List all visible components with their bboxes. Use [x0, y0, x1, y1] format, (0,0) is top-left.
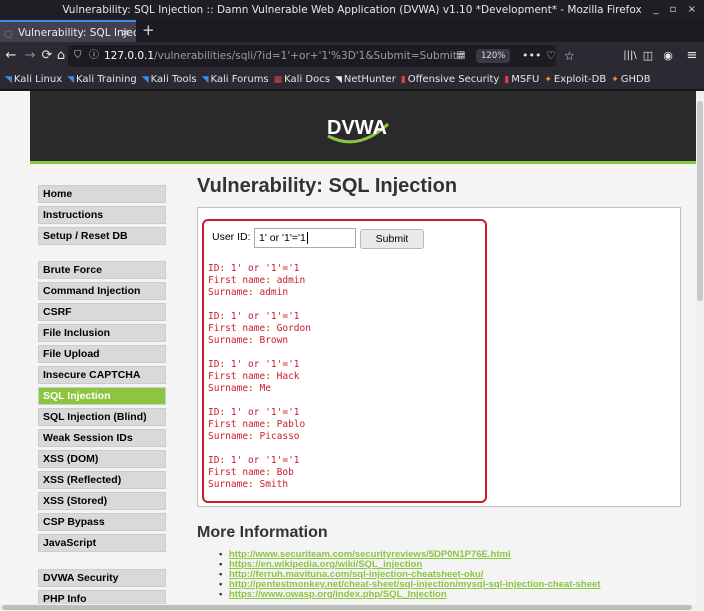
user-id-value: 1' or '1'='1	[259, 232, 306, 244]
forward-button[interactable]: →	[22, 46, 38, 66]
offsec-icon: ▮	[504, 75, 510, 85]
dvwa-header: DVWA	[30, 91, 696, 164]
query-result: ID: 1' or '1'='1 First name: Hack Surnam…	[208, 359, 300, 394]
home-button[interactable]: ⌂	[54, 46, 68, 66]
exploitdb-icon: ✦	[544, 75, 552, 85]
bookmark-label: Kali Tools	[150, 74, 197, 85]
bookmark-exploit-db[interactable]: ✦ Exploit-DB	[544, 70, 607, 89]
reload-button[interactable]: ⟳	[40, 46, 54, 66]
more-info-link[interactable]: https://www.owasp.org/index.php/SQL_Inje…	[219, 589, 447, 600]
menu-item-csrf[interactable]: CSRF	[38, 303, 166, 321]
bookmark-kali-forums[interactable]: ◥ Kali Forums	[201, 70, 269, 89]
vertical-scrollbar[interactable]	[696, 91, 704, 611]
site-info-icon[interactable]: ⓘ	[89, 45, 99, 67]
page-title: Vulnerability: SQL Injection	[197, 175, 458, 197]
docs-icon: ▦	[273, 75, 283, 85]
menu-item-file-upload[interactable]: File Upload	[38, 345, 166, 363]
url-host: 127.0.0.1	[104, 50, 155, 62]
tracking-shield-icon[interactable]: ⛉	[74, 45, 82, 67]
bookmark-kali-training[interactable]: ◥ Kali Training	[67, 70, 137, 89]
query-result: ID: 1' or '1'='1 First name: admin Surna…	[208, 263, 306, 298]
tab-strip: ◌ Vulnerability: SQL Injectio × +	[0, 20, 704, 42]
tab-label: Vulnerability: SQL Injectio	[18, 27, 136, 39]
bookmark-star-icon[interactable]: ☆	[564, 45, 575, 67]
tab-sql-injection[interactable]: ◌ Vulnerability: SQL Injectio ×	[0, 20, 136, 42]
horizontal-scrollbar[interactable]	[0, 604, 696, 611]
bookmark-label: Kali Linux	[13, 74, 63, 85]
bookmark-ghdb[interactable]: ✦ GHDB	[611, 70, 651, 89]
kali-icon: ◥	[141, 75, 149, 85]
navigation-toolbar: ← → ⟳ ⌂ ⛉ ⓘ 127.0.0.1/vulnerabilities/sq…	[0, 42, 704, 70]
bookmark-kali-linux[interactable]: ◥ Kali Linux	[5, 70, 63, 89]
library-icon[interactable]: |||\	[622, 46, 638, 66]
kali-icon: ◥	[5, 75, 12, 85]
app-menu-icon[interactable]: ≡	[684, 46, 700, 66]
dvwa-container: DVWA Home Instructions Setup / Reset DB Bru…	[30, 91, 696, 611]
menu-item-xss-reflected[interactable]: XSS (Reflected)	[38, 471, 166, 489]
bookmark-label: GHDB	[620, 74, 651, 85]
offsec-icon: ▮	[400, 75, 406, 85]
user-id-label: User ID:	[212, 231, 251, 243]
bookmark-label: Offensive Security	[407, 74, 500, 85]
tab-close-icon[interactable]: ×	[121, 22, 130, 42]
bookmark-kali-tools[interactable]: ◥ Kali Tools	[141, 70, 197, 89]
menu-item-insecure-captcha[interactable]: Insecure CAPTCHA	[38, 366, 166, 384]
menu-item-sql-injection[interactable]: SQL Injection	[38, 387, 166, 405]
kali-icon: ◥	[201, 75, 209, 85]
window-titlebar: Vulnerability: SQL Injection :: Damn Vul…	[0, 0, 704, 20]
query-result: ID: 1' or '1'='1 First name: Pablo Surna…	[208, 407, 306, 442]
query-result: ID: 1' or '1'='1 First name: Bob Surname…	[208, 455, 300, 490]
dvwa-logo: DVWA	[327, 117, 390, 144]
menu-item-command-injection[interactable]: Command Injection	[38, 282, 166, 300]
user-id-input[interactable]: 1' or '1'='1	[254, 228, 356, 248]
exploitdb-icon: ✦	[611, 75, 619, 85]
query-result: ID: 1' or '1'='1 First name: Gordon Surn…	[208, 311, 311, 346]
zoom-indicator[interactable]: 120%	[476, 49, 511, 63]
page-actions-icon[interactable]: •••	[522, 45, 541, 67]
menu-item-setup-reset-db[interactable]: Setup / Reset DB	[38, 227, 166, 245]
window-title: Vulnerability: SQL Injection :: Damn Vul…	[62, 4, 642, 16]
menu-item-brute-force[interactable]: Brute Force	[38, 261, 166, 279]
bookmark-nethunter[interactable]: ◥ NetHunter	[334, 70, 396, 89]
menu-item-csp-bypass[interactable]: CSP Bypass	[38, 513, 166, 531]
bookmark-label: Kali Training	[76, 74, 137, 85]
pocket-icon[interactable]: ♡	[546, 45, 556, 67]
url-bar[interactable]: ⛉ ⓘ 127.0.0.1/vulnerabilities/sqli/?id=1…	[68, 45, 575, 67]
sidebar-icon[interactable]: ◫	[640, 46, 656, 66]
menu-item-xss-stored[interactable]: XSS (Stored)	[38, 492, 166, 510]
back-button[interactable]: ←	[2, 46, 20, 66]
menu-item-dvwa-security[interactable]: DVWA Security	[38, 569, 166, 587]
bookmark-label: Kali Forums	[210, 74, 269, 85]
menu-item-javascript[interactable]: JavaScript	[38, 534, 166, 552]
vulnerable-code-area: User ID: 1' or '1'='1 Submit ID: 1' or '…	[197, 207, 681, 507]
menu-item-weak-session-ids[interactable]: Weak Session IDs	[38, 429, 166, 447]
nethunter-icon: ◥	[334, 75, 342, 85]
menu-item-sql-injection-blind[interactable]: SQL Injection (Blind)	[38, 408, 166, 426]
bookmark-offensive-security[interactable]: ▮ Offensive Security	[400, 70, 500, 89]
submit-button[interactable]: Submit	[360, 229, 424, 249]
more-info-title: More Information	[197, 524, 328, 541]
bookmark-kali-docs[interactable]: ▦ Kali Docs	[273, 70, 330, 89]
bookmark-msfu[interactable]: ▮ MSFU	[504, 70, 540, 89]
account-icon[interactable]: ◉	[660, 46, 676, 66]
menu-item-xss-dom[interactable]: XSS (DOM)	[38, 450, 166, 468]
url-path: /vulnerabilities/sqli/?id=1'+or+'1'%3D'1…	[154, 50, 466, 62]
menu-item-home[interactable]: Home	[38, 185, 166, 203]
bookmark-label: Exploit-DB	[553, 74, 607, 85]
bookmarks-toolbar: ◥ Kali Linux ◥ Kali Training ◥ Kali Tools ◥ Kal…	[0, 70, 704, 90]
new-tab-button[interactable]: +	[142, 20, 155, 40]
window-controls[interactable]: _ ▫ ×	[653, 0, 700, 20]
menu-item-instructions[interactable]: Instructions	[38, 206, 166, 224]
kali-icon: ◥	[67, 75, 75, 85]
menu-item-file-inclusion[interactable]: File Inclusion	[38, 324, 166, 342]
bookmark-label: Kali Docs	[284, 74, 330, 85]
reader-view-icon[interactable]: ▤	[456, 45, 465, 67]
tab-favicon-icon: ◌	[4, 29, 13, 40]
dvwa-logo-text: DVWA	[327, 117, 387, 139]
bookmark-label: MSFU	[511, 74, 540, 85]
page-viewport: DVWA Home Instructions Setup / Reset DB Bru…	[0, 91, 696, 611]
bookmark-label: NetHunter	[343, 74, 396, 85]
